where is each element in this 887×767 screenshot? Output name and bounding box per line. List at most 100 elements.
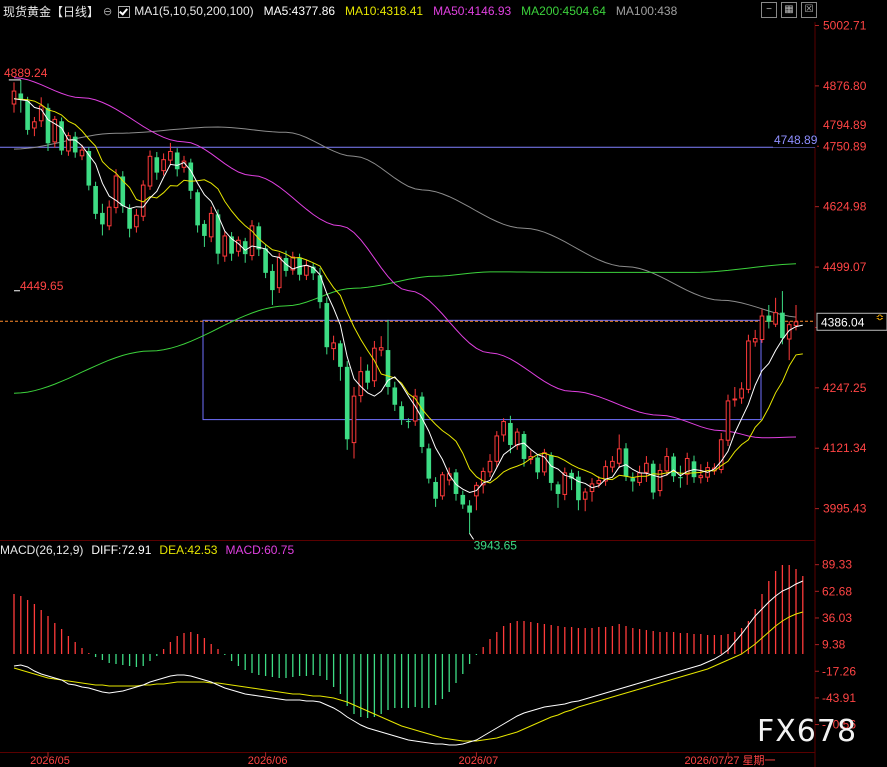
ma5-line (13, 98, 803, 494)
candle-body (521, 434, 527, 459)
candle-body (501, 421, 506, 436)
ma10-value: MA10:4318.41 (345, 4, 424, 18)
candle-body (535, 457, 540, 473)
candle-body (392, 387, 398, 405)
ma-label[interactable]: MA1(5,10,50,200,100) (134, 4, 253, 18)
candle-body (45, 107, 51, 144)
candle-body (270, 270, 275, 291)
candle-body (351, 395, 357, 444)
candle-body (508, 422, 513, 446)
candle-body (222, 235, 228, 257)
ma200-line (13, 263, 797, 394)
candle-body (630, 478, 636, 482)
candle-body (664, 456, 670, 472)
recent-high-label: 4449.65 (20, 279, 64, 293)
candle-body (100, 212, 105, 225)
candle-body (494, 435, 500, 462)
candle-body (11, 90, 17, 105)
ma5-value: MA5:4377.86 (263, 4, 336, 18)
candle-body (372, 347, 377, 382)
macd-macd-value: MACD:60.75 (225, 543, 295, 557)
watermark-logo: FX678 (757, 714, 858, 749)
candle-body (236, 239, 241, 252)
candle-body (582, 491, 588, 500)
candle-body (399, 406, 404, 420)
candle-body (766, 315, 772, 322)
candle-body (168, 151, 173, 161)
chart-header: 现货黄金【日线】 ⊖ MA1(5,10,50,200,100) MA5:4377… (0, 0, 760, 22)
candle-body (610, 460, 615, 468)
candle-body (555, 484, 561, 494)
candle-body (650, 463, 656, 493)
candle-body (174, 152, 180, 170)
symbol-title[interactable]: 现货黄金【日线】 (3, 3, 99, 20)
candle-body (106, 206, 112, 227)
candle-body (616, 448, 622, 464)
candle-body (759, 315, 765, 340)
candle-body (732, 398, 738, 401)
axis-marker-label: 4794.89 (823, 118, 867, 132)
candle-body (25, 101, 30, 130)
window-buttons: − ▦ ☒ (761, 2, 817, 18)
candle-body (154, 157, 160, 173)
ma100-value: MA100:438 (615, 4, 678, 18)
candle-body (72, 136, 78, 153)
candle-body (460, 494, 466, 505)
last-price-label: 4386.04 (821, 315, 865, 329)
price-tick-label: 4121.34 (823, 441, 867, 455)
candle-body (79, 149, 85, 157)
date-tick-label: 2026/07 (459, 755, 499, 767)
checkbox-icon[interactable] (118, 6, 131, 18)
candle-body (147, 155, 153, 187)
candle-body (514, 431, 520, 446)
macd-label[interactable]: MACD(26,12,9) (0, 543, 83, 557)
macd-tick-label: 89.33 (822, 558, 852, 572)
candle-body (725, 400, 731, 441)
candle-body (256, 226, 262, 250)
candle-body (548, 455, 554, 483)
date-tick-label: 2026/07/27 星期一 (684, 754, 775, 767)
candle-body (596, 480, 602, 484)
settings-circle-icon[interactable]: ⊖ (103, 5, 112, 18)
candle-body (453, 472, 459, 494)
candle-body (38, 105, 44, 122)
candle-body (433, 481, 438, 499)
candle-body (542, 452, 547, 473)
minimize-icon[interactable]: − (761, 2, 777, 18)
candle-body (276, 256, 282, 289)
current-marker-icon: ≎ (876, 312, 884, 323)
candle-body (202, 223, 207, 236)
kline-chart[interactable]: 5002.71 4876.80 4750.89 4624.98 4499.07 4247.… (0, 0, 887, 767)
price-tick-label: 4750.89 (823, 139, 867, 153)
price-tick-label: 4876.80 (823, 79, 867, 93)
candle-body (344, 366, 350, 440)
candle-body (752, 338, 758, 343)
hline-label: 4748.89 (774, 133, 818, 147)
candle-body (671, 456, 676, 477)
price-tick-label: 4624.98 (823, 200, 867, 214)
candle-body (304, 265, 309, 276)
candle-body (93, 186, 98, 214)
candle-body (263, 248, 268, 273)
candle-body (678, 477, 683, 479)
candle-body (338, 343, 343, 367)
macd-header: MACD(26,12,9) DIFF:72.91 DEA:42.53 MACD:… (0, 543, 302, 557)
low-label: 3943.65 (474, 538, 518, 552)
candle-body (32, 121, 37, 129)
candle-body (188, 162, 194, 191)
candle-body (358, 371, 364, 397)
date-tick-label: 2026/05 (30, 755, 70, 767)
price-tick-label: 4247.25 (823, 381, 867, 395)
high-label: 4889.24 (4, 66, 48, 80)
close-box-icon[interactable]: ☒ (801, 2, 817, 18)
candle-body (242, 241, 248, 255)
grid-icon[interactable]: ▦ (781, 2, 797, 18)
price-tick-label: 4499.07 (823, 260, 867, 274)
candle-body (378, 347, 384, 351)
macd-tick-label: 36.03 (822, 611, 852, 625)
ma200-value: MA200:4504.64 (521, 4, 606, 18)
candle-body (127, 208, 132, 229)
candle-body (113, 175, 119, 209)
macd-tick-label: 62.68 (822, 584, 852, 598)
candle-body (331, 342, 336, 350)
